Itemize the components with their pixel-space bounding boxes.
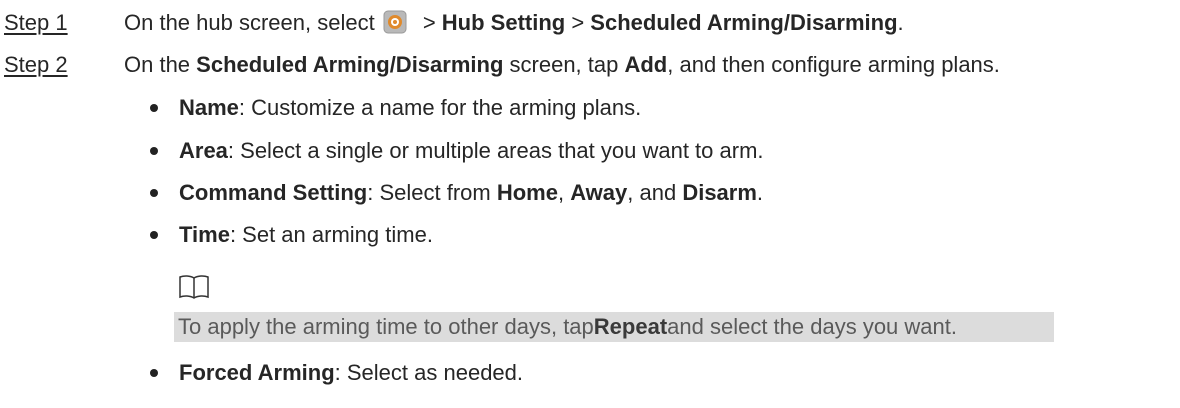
bullet-dot-icon xyxy=(150,104,158,113)
bullet-dot-icon xyxy=(150,369,158,378)
menu-hub-setting: Hub Setting xyxy=(441,10,566,35)
step-2: Step 2 On the Scheduled Arming/Disarming… xyxy=(0,52,1000,78)
option-home: Home xyxy=(496,180,558,205)
step-2-intro: On the xyxy=(124,52,197,77)
bullet-desc: : Customize a name for the arming plans. xyxy=(238,95,642,120)
step-1-label: Step 1 xyxy=(4,10,68,35)
hub-settings-icon xyxy=(383,10,407,34)
bullet-term: Time xyxy=(179,222,230,247)
bullet-area: Area: Select a single or multiple areas … xyxy=(150,138,764,164)
step-1-sep-1: > xyxy=(416,10,442,35)
option-away: Away xyxy=(570,180,628,205)
bullet-term: Forced Arming xyxy=(179,360,335,385)
bullet-command-setting: Command Setting: Select from Home, Away,… xyxy=(150,180,763,206)
step-1: Step 1 On the hub screen, select > Hub S… xyxy=(0,10,904,36)
menu-scheduled-arming: Scheduled Arming/Disarming xyxy=(590,10,898,35)
bullet-forced-arming: Forced Arming: Select as needed. xyxy=(150,360,523,386)
bullet-end: . xyxy=(756,180,764,205)
step-2-text: On the Scheduled Arming/Disarming screen… xyxy=(124,52,1000,78)
book-icon xyxy=(179,275,209,299)
bullet-desc: : Select a single or multiple areas that… xyxy=(227,138,764,163)
bullet-sep: , xyxy=(557,180,571,205)
bullet-desc: : Select as needed. xyxy=(334,360,524,385)
bullet-term: Name xyxy=(179,95,239,120)
step-1-intro: On the hub screen, select xyxy=(124,10,375,35)
bullet-time: Time: Set an arming time. xyxy=(150,222,433,248)
step-2-label: Step 2 xyxy=(4,52,68,77)
bullet-name: Name: Customize a name for the arming pl… xyxy=(150,95,641,121)
screen-name: Scheduled Arming/Disarming xyxy=(196,52,504,77)
document-page: Step 1 On the hub screen, select > Hub S… xyxy=(0,0,1180,408)
step-1-end: . xyxy=(897,10,904,35)
note-text: To apply the arming time to other days, … xyxy=(178,313,594,339)
option-disarm: Disarm xyxy=(682,180,757,205)
note-text-end: and select the days you want. xyxy=(667,313,957,339)
add-button-ref: Add xyxy=(624,52,668,77)
step-2-end: , and then configure arming plans. xyxy=(667,52,1000,77)
bullet-term: Command Setting xyxy=(179,180,368,205)
step-2-mid: screen, tap xyxy=(503,52,625,77)
step-1-text: On the hub screen, select > Hub Setting … xyxy=(124,10,904,36)
repeat-button-ref: Repeat xyxy=(593,313,668,339)
step-1-sep-2: > xyxy=(565,10,591,35)
bullet-term: Area xyxy=(179,138,228,163)
note-box: To apply the arming time to other days, … xyxy=(174,312,1054,342)
bullet-sep: , and xyxy=(627,180,683,205)
bullet-dot-icon xyxy=(150,189,158,198)
bullet-desc: : Select from xyxy=(367,180,497,205)
bullet-dot-icon xyxy=(150,231,158,240)
bullet-dot-icon xyxy=(150,147,158,156)
bullet-desc: : Set an arming time. xyxy=(229,222,433,247)
